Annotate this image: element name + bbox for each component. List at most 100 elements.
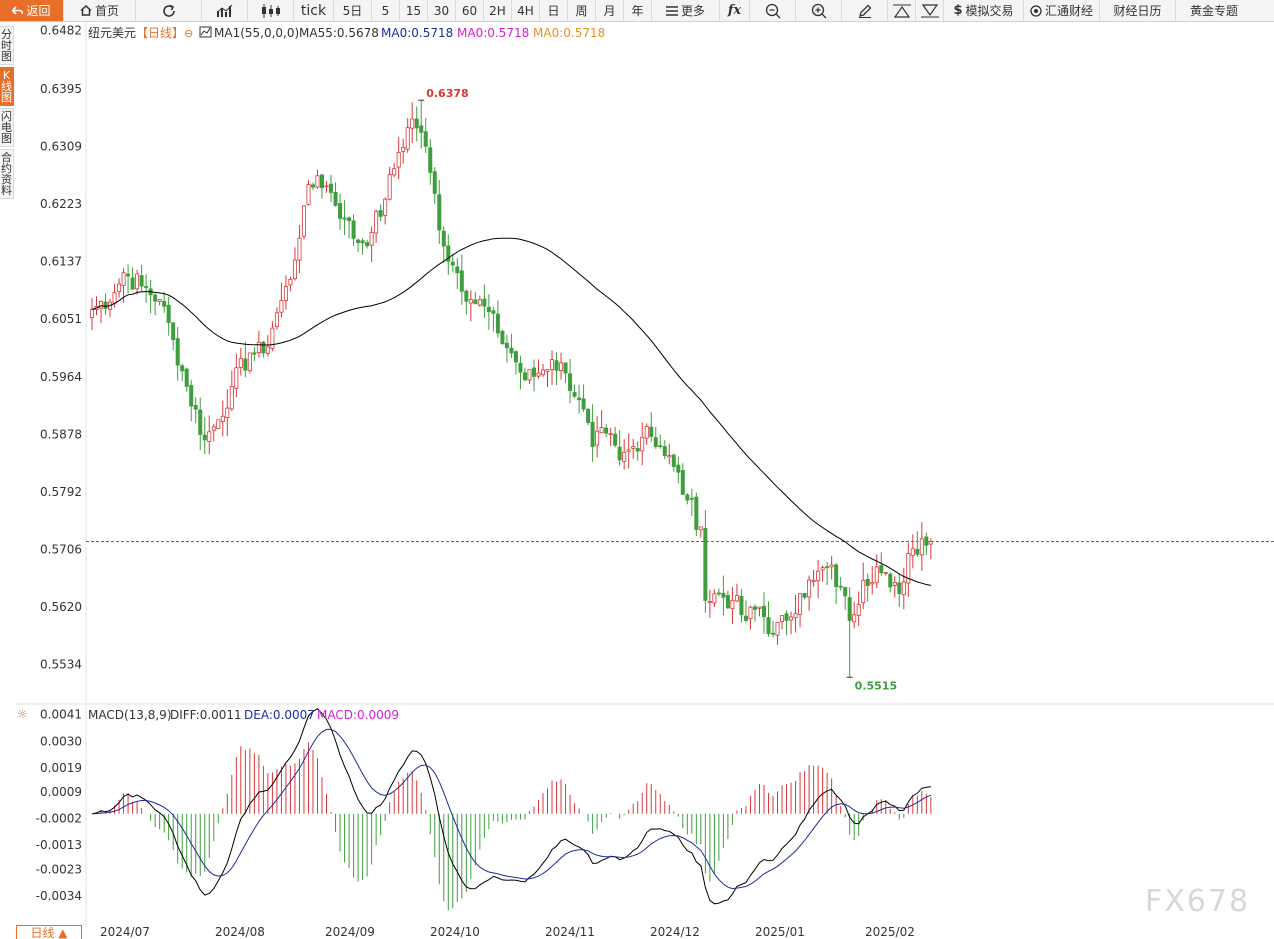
macd-settings-icon[interactable]: ☼ bbox=[17, 707, 28, 721]
candle-body bbox=[432, 171, 437, 194]
candle-body bbox=[464, 290, 469, 302]
macd-histogram bbox=[96, 742, 932, 911]
candle-body bbox=[825, 566, 830, 569]
candle-body bbox=[707, 601, 712, 603]
candle-body bbox=[870, 582, 875, 585]
candle-body bbox=[743, 615, 748, 621]
candle-body bbox=[649, 426, 654, 437]
candle-body bbox=[888, 573, 893, 588]
candle-body bbox=[121, 272, 126, 286]
candle-body bbox=[265, 346, 270, 354]
candle-body bbox=[283, 286, 288, 301]
chart-type-icon-glyph bbox=[200, 27, 211, 36]
candle-body bbox=[225, 407, 230, 418]
candle-body bbox=[522, 372, 527, 381]
candle-body bbox=[626, 449, 631, 452]
candle-body bbox=[527, 369, 532, 381]
low-label: 0.5515 bbox=[855, 679, 897, 692]
candle-body bbox=[798, 593, 803, 615]
candle-body bbox=[680, 470, 685, 495]
candle-body bbox=[229, 386, 234, 410]
candle-body bbox=[261, 341, 266, 354]
price-tick-label: 0.5620 bbox=[40, 600, 82, 614]
candle-body bbox=[198, 409, 203, 435]
x-axis-label: 2024/07 bbox=[100, 925, 150, 939]
candle-body bbox=[171, 322, 176, 340]
candle-body bbox=[112, 292, 117, 304]
candle-body bbox=[103, 301, 108, 309]
candle-body bbox=[622, 451, 627, 462]
legend-ma55: MA55:0.5678 bbox=[299, 26, 379, 40]
x-axis-label: 2025/01 bbox=[755, 925, 805, 939]
candle-body bbox=[536, 372, 541, 377]
candle-body bbox=[631, 446, 636, 449]
high-label: 0.6378 bbox=[426, 87, 468, 100]
candle-body bbox=[130, 277, 135, 290]
candle-body bbox=[378, 210, 383, 217]
candle-body bbox=[117, 283, 122, 293]
candle-body bbox=[604, 427, 609, 434]
candle-body bbox=[329, 183, 334, 193]
macd-tick-label: -0.0013 bbox=[36, 838, 82, 852]
legend-ma0-c: MA0:0.5718 bbox=[533, 26, 605, 40]
candle-body bbox=[216, 419, 221, 429]
candle-body bbox=[843, 587, 848, 597]
period-select-button[interactable]: 日线 ▲ bbox=[16, 925, 82, 939]
price-tick-label: 0.6137 bbox=[40, 254, 82, 268]
candle-body bbox=[401, 147, 406, 152]
price-tick-label: 0.5534 bbox=[40, 658, 82, 672]
candle-body bbox=[347, 217, 352, 222]
candle-body bbox=[901, 581, 906, 596]
candle-body bbox=[685, 494, 690, 501]
macd-tick-label: 0.0041 bbox=[40, 708, 82, 722]
candle-body bbox=[761, 605, 766, 618]
candle-body bbox=[811, 579, 816, 582]
candle-body bbox=[338, 203, 343, 219]
candle-body bbox=[99, 301, 104, 309]
candle-body bbox=[550, 359, 555, 371]
candle-body bbox=[834, 564, 839, 588]
candle-body bbox=[90, 309, 95, 318]
candle-body bbox=[568, 373, 573, 391]
candle-body bbox=[486, 306, 491, 313]
candle-body bbox=[676, 464, 681, 473]
candle-body bbox=[780, 615, 785, 623]
macd-diff: DIFF:0.0011 bbox=[170, 708, 242, 722]
candle-body bbox=[852, 614, 857, 623]
candle-body bbox=[365, 242, 370, 247]
candle-body bbox=[784, 613, 789, 621]
candle-body bbox=[662, 446, 667, 457]
candle-body bbox=[689, 497, 694, 500]
candle-body bbox=[734, 595, 739, 602]
candle-body bbox=[491, 310, 496, 314]
candle-body bbox=[139, 275, 144, 287]
candle-body bbox=[599, 427, 604, 434]
candle-body bbox=[175, 338, 180, 366]
macd-tick-label: 0.0030 bbox=[40, 734, 82, 748]
candle-body bbox=[238, 358, 243, 368]
candle-body bbox=[374, 211, 379, 234]
candle-body bbox=[924, 536, 929, 546]
candle-body bbox=[554, 360, 559, 371]
settings-icon[interactable]: ⊖ bbox=[184, 27, 193, 40]
candle-body bbox=[504, 342, 509, 349]
candle-body bbox=[897, 582, 902, 595]
candle-body bbox=[531, 367, 536, 377]
candle-body bbox=[861, 579, 866, 604]
candle-body bbox=[698, 526, 703, 531]
candle-body bbox=[716, 592, 721, 595]
candle-body bbox=[342, 217, 347, 220]
candle-body bbox=[207, 431, 212, 442]
candle-body bbox=[333, 191, 338, 206]
legend-ma0-b: MA0:0.5718 bbox=[457, 26, 529, 40]
candle-body bbox=[644, 426, 649, 439]
candle-body bbox=[383, 198, 388, 216]
candle-body bbox=[157, 299, 162, 302]
candle-body bbox=[437, 194, 442, 231]
candle-body bbox=[441, 230, 446, 247]
price-chart[interactable]: 0.6482 0.6395 0.6309 0.6223 0.6137 0.6051 0.59… bbox=[0, 0, 1274, 939]
candle-body bbox=[315, 175, 320, 188]
candle-body bbox=[153, 294, 158, 302]
candle-body bbox=[468, 299, 473, 304]
candle-body bbox=[518, 362, 523, 373]
